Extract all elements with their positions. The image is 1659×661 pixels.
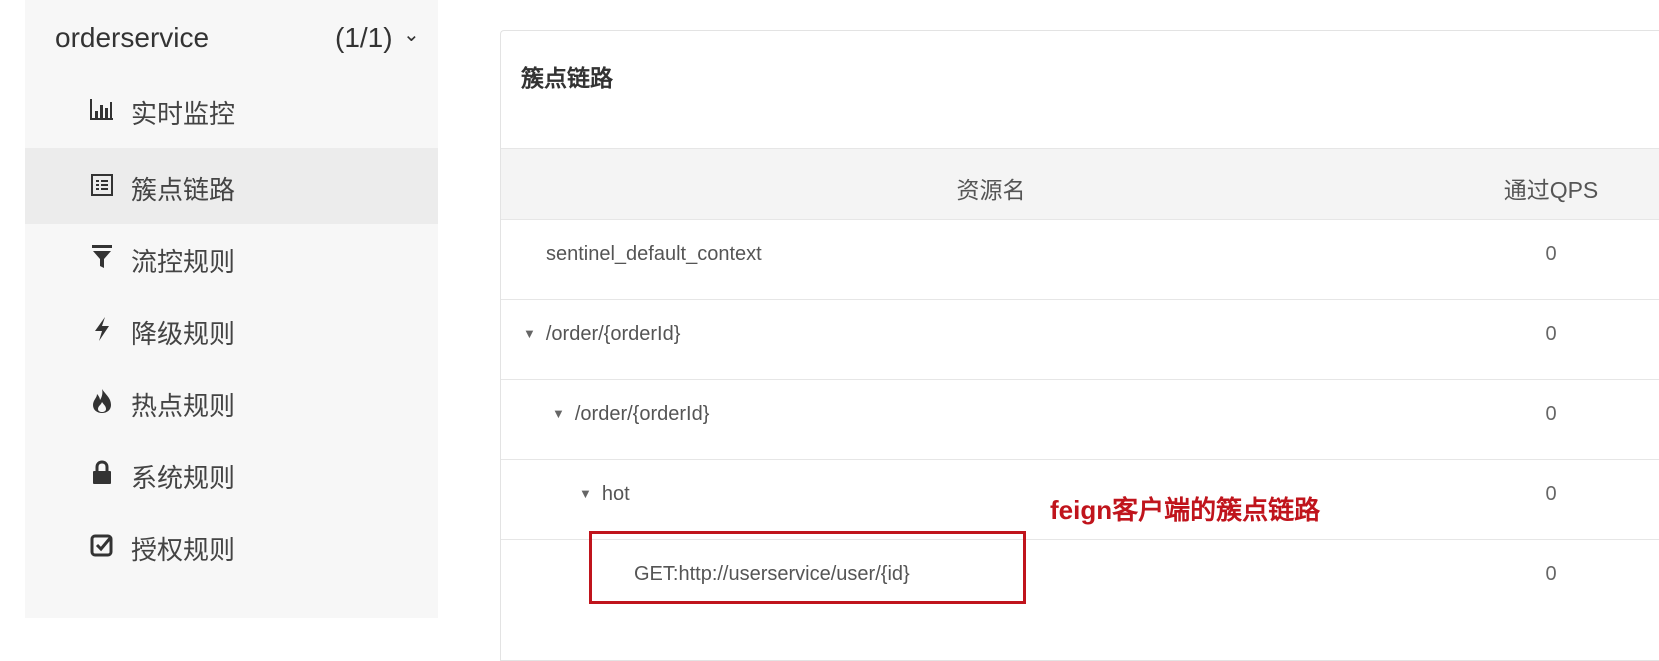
- column-header-pass-qps: 通过QPS: [1503, 177, 1599, 203]
- app-selector[interactable]: orderservice (1/1) ⌄: [25, 0, 438, 80]
- pass-qps-value: 0: [1545, 243, 1557, 265]
- sidebar-item-realtime-monitor[interactable]: 实时监控: [25, 72, 438, 148]
- sidebar-item-auth-rules[interactable]: 授权规则: [25, 508, 438, 584]
- app-name: orderservice: [55, 22, 210, 53]
- sidebar-item-degrade-rules[interactable]: 降级规则: [25, 292, 438, 368]
- sidebar-item-label: 簇点链路: [131, 175, 236, 205]
- table-row[interactable]: ▼ /order/{orderId} 0: [501, 379, 1659, 460]
- lock-icon: [87, 456, 117, 490]
- sidebar-item-label: 流控规则: [131, 247, 236, 277]
- table-header: 资源名 通过QPS: [501, 148, 1659, 220]
- annotation-label: feign客户端的簇点链路: [1050, 495, 1321, 525]
- bar-chart-icon: [87, 92, 117, 126]
- column-header-resource-name: 资源名: [956, 177, 1026, 203]
- annotation-highlight-box: [589, 531, 1026, 604]
- sidebar-item-flow-rules[interactable]: 流控规则: [25, 220, 438, 296]
- expand-toggle-icon[interactable]: ▼: [579, 486, 592, 501]
- resource-name: sentinel_default_context: [546, 243, 762, 265]
- list-icon: [87, 168, 117, 202]
- resource-name-cell: ▼ /order/{orderId}: [523, 323, 680, 346]
- sidebar-item-label: 授权规则: [131, 535, 236, 565]
- resource-name-cell: ▼ /order/{orderId}: [552, 403, 709, 426]
- expand-toggle-icon[interactable]: ▼: [552, 406, 565, 421]
- expand-toggle-icon[interactable]: ▼: [523, 326, 536, 341]
- sidebar-item-label: 实时监控: [131, 99, 236, 129]
- panel-title: 簇点链路: [521, 65, 613, 91]
- chevron-down-icon: ⌄: [403, 24, 420, 46]
- pass-qps-value: 0: [1545, 563, 1557, 585]
- table-row[interactable]: sentinel_default_context 0: [501, 219, 1659, 300]
- sidebar-item-label: 系统规则: [131, 463, 236, 493]
- sidebar-item-hotspot-rules[interactable]: 热点规则: [25, 364, 438, 440]
- sidebar-item-cluster-point-link[interactable]: 簇点链路: [25, 148, 438, 224]
- sidebar-item-label: 热点规则: [131, 391, 236, 421]
- resource-name: /order/{orderId}: [574, 403, 710, 425]
- fire-icon: [87, 384, 117, 418]
- check-square-icon: [87, 528, 117, 562]
- filter-icon: [87, 240, 117, 274]
- pass-qps-value: 0: [1545, 403, 1557, 425]
- resource-name: /order/{orderId}: [545, 323, 681, 345]
- sidebar-item-system-rules[interactable]: 系统规则: [25, 436, 438, 512]
- sidebar-item-label: 降级规则: [131, 319, 236, 349]
- flash-icon: [87, 312, 117, 346]
- pass-qps-value: 0: [1545, 323, 1557, 345]
- app-instance-count: (1/1): [335, 22, 393, 53]
- pass-qps-value: 0: [1545, 483, 1557, 505]
- resource-name: hot: [601, 483, 630, 505]
- sidebar: orderservice (1/1) ⌄ 实时监控 簇点链路 流控规则 降级规则…: [25, 0, 438, 618]
- table-row[interactable]: ▼ /order/{orderId} 0: [501, 299, 1659, 380]
- resource-name-cell: ▼ hot: [579, 483, 630, 506]
